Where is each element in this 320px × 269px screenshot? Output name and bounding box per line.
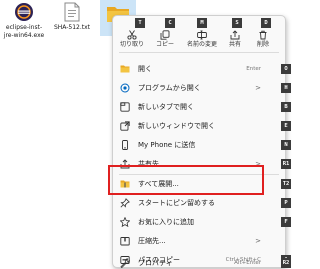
scissors-icon	[127, 30, 137, 40]
access-key-cut: T	[135, 18, 145, 28]
cut-button[interactable]: 切り取り	[117, 30, 147, 48]
share-icon	[230, 30, 240, 40]
access-key: O	[281, 64, 291, 74]
copy-icon	[160, 30, 170, 40]
menu-item-label: 開く	[138, 65, 152, 73]
access-key-share: S	[232, 18, 242, 28]
pin-icon	[120, 198, 130, 208]
menu-item-label: スタートにピン留めする	[138, 199, 215, 207]
menu-item-shortcut: Enter	[246, 66, 261, 72]
menu-item-label: プロパティ	[138, 259, 173, 267]
menu-item-label: プログラムから開く	[138, 84, 201, 92]
access-key: F	[281, 217, 291, 227]
cut-label: 切り取り	[119, 41, 144, 48]
access-key: B	[281, 102, 291, 112]
copy-button[interactable]: コピー	[150, 30, 180, 48]
desktop-icon-sha512[interactable]: SHA-512.txt	[50, 2, 94, 32]
desktop-icon-eclipse-installer[interactable]: eclipse-inst-jre-win64.exe	[2, 2, 46, 39]
desktop-icon-label: eclipse-inst-jre-win64.exe	[3, 24, 45, 39]
menu-item-properties-row[interactable]: プロパティ Alt+Enter R2	[113, 254, 291, 269]
copy-label: コピー	[155, 41, 174, 48]
menu-item-add-to-favorites[interactable]: お気に入りに追加 F	[113, 213, 291, 231]
menu-item-pin-to-start[interactable]: スタートにピン留めする P	[113, 194, 291, 212]
menu-item-label: 新しいタブで開く	[138, 103, 194, 111]
share-icon	[120, 159, 130, 169]
menu-item-open-with[interactable]: プログラムから開く > H	[113, 79, 291, 97]
access-key: E	[281, 121, 291, 131]
access-key-copy: C	[165, 18, 175, 28]
access-key: T2	[281, 179, 291, 189]
menu-item-compress-to[interactable]: 圧縮先... >	[113, 232, 285, 250]
rename-label: 名前の変更	[186, 41, 217, 48]
chevron-right-icon: >	[255, 84, 261, 92]
wrench-icon	[120, 258, 130, 268]
chevron-right-icon: >	[255, 160, 261, 168]
access-key: P	[281, 198, 291, 208]
star-icon	[120, 217, 130, 227]
share-button[interactable]: 共有	[223, 30, 247, 48]
apps-icon	[120, 83, 130, 93]
menu-item-label: すべて展開...	[138, 180, 179, 188]
trash-icon	[259, 30, 267, 40]
share-label: 共有	[228, 41, 241, 48]
menu-item-label: 新しいウィンドウで開く	[138, 122, 215, 130]
chevron-right-icon: >	[255, 237, 261, 245]
access-key-rename: M	[197, 18, 207, 28]
menu-item-label: 圧縮先...	[138, 237, 166, 245]
desktop-icon-label: SHA-512.txt	[53, 24, 91, 31]
context-menu: 切り取り コピー 名前の変更 共有 削除 T C M S D 開く Enter …	[112, 15, 291, 268]
menu-item-open-new-window[interactable]: 新しいウィンドウで開く E	[113, 117, 291, 135]
access-key: H	[281, 83, 291, 93]
menu-item-send-to-my-phone[interactable]: My Phone に送信 N	[113, 136, 291, 154]
rename-button[interactable]: 名前の変更	[183, 30, 221, 48]
new-tab-icon	[120, 102, 130, 112]
menu-item-label: 共有先	[138, 160, 159, 168]
phone-icon	[122, 140, 128, 150]
delete-button[interactable]: 削除	[251, 30, 275, 48]
menu-item-open-new-tab[interactable]: 新しいタブで開く B	[113, 98, 291, 116]
access-key: R1	[281, 159, 291, 169]
access-key: N	[281, 140, 291, 150]
eclipse-icon	[15, 3, 33, 21]
menu-item-extract-all[interactable]: すべて展開... T2	[113, 175, 291, 193]
menu-item-share-with[interactable]: 共有先 > R1	[113, 155, 291, 173]
text-file-icon	[64, 2, 80, 22]
menu-item-label: お気に入りに追加	[138, 218, 194, 226]
access-key: R2	[281, 258, 291, 268]
menu-item-shortcut: Alt+Enter	[234, 260, 261, 266]
access-key-delete: D	[261, 18, 271, 28]
rename-icon	[197, 30, 207, 40]
menu-item-open[interactable]: 開く Enter O	[113, 60, 291, 78]
new-window-icon	[120, 121, 130, 131]
menu-divider	[119, 52, 279, 53]
folder-icon	[120, 65, 130, 73]
delete-label: 削除	[256, 41, 269, 48]
menu-item-label: My Phone に送信	[138, 141, 196, 149]
archive-icon	[120, 237, 130, 246]
zip-folder-icon	[120, 180, 130, 188]
